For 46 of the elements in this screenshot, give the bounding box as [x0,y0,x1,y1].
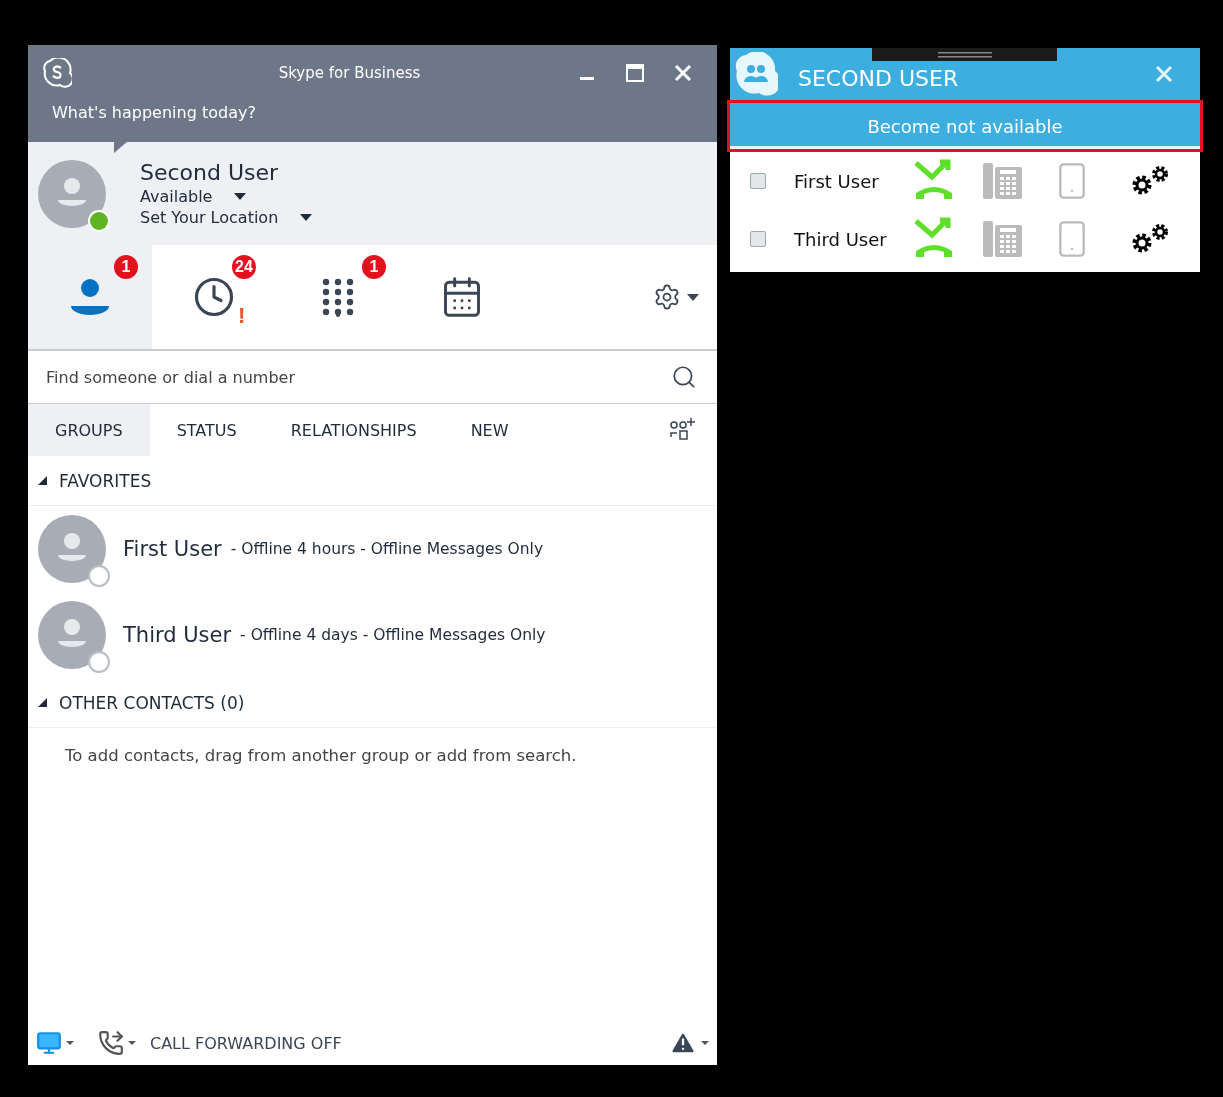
call-forwarding-button[interactable] [98,1030,136,1056]
contact-name: First User [123,537,222,561]
search-icon [671,364,697,390]
status-prompt[interactable]: What's happening today? [52,103,256,122]
notification-badge: 24 [232,255,256,279]
user-name: First User [794,170,880,192]
logo-icon [734,52,778,96]
checkbox[interactable] [750,173,766,189]
user-name: Second User [140,160,280,185]
contact-status: - Offline 4 hours - Offline Messages Only [230,540,544,558]
alert-mark: ! [238,303,246,329]
contact-name: Third User [123,623,232,647]
caret-icon [300,214,313,221]
contact-status: - Offline 4 days - Offline Messages Only [240,626,546,644]
logo-icon [42,58,72,88]
clock-icon [193,276,235,318]
avatar-icon [38,159,106,228]
close-icon [674,64,692,82]
avatar-icon [38,515,106,583]
location-dropdown[interactable]: Set Your Location [140,208,313,227]
device-button[interactable] [36,1030,74,1056]
minimize-icon [580,77,594,80]
call-forwarding-status: CALL FORWARDING OFF [150,1033,342,1053]
drag-handle[interactable] [872,48,1057,61]
checkbox[interactable] [750,231,766,247]
close-icon [1155,65,1173,83]
window-title: Skype for Business [277,64,422,82]
notification-badge: 1 [362,255,386,279]
caret-icon [234,193,247,200]
contact-row[interactable]: First User - Offline 4 hours - Offline Messages Only [28,506,717,592]
add-people-icon [669,417,697,443]
dialpad-icon [320,277,356,317]
avatar-icon [38,601,106,669]
nav-tab[interactable]: 1 [28,245,152,349]
empty-message: To add contacts, drag from another group or add from search. [65,746,578,765]
maximize-icon [626,64,644,82]
expand-icon [38,698,47,707]
contact-row[interactable]: Third User - Offline 4 days - Offline Messages Only [28,592,717,678]
view-tab[interactable]: GROUPS [28,404,150,456]
settings-button[interactable] [653,283,699,311]
user-name: Third User [794,228,888,250]
availability-dropdown[interactable]: Available [140,187,313,206]
person-icon [69,276,111,318]
panel-title: SECOND USER [798,65,960,91]
expand-icon [38,476,47,485]
notification-badge: 1 [114,255,138,279]
